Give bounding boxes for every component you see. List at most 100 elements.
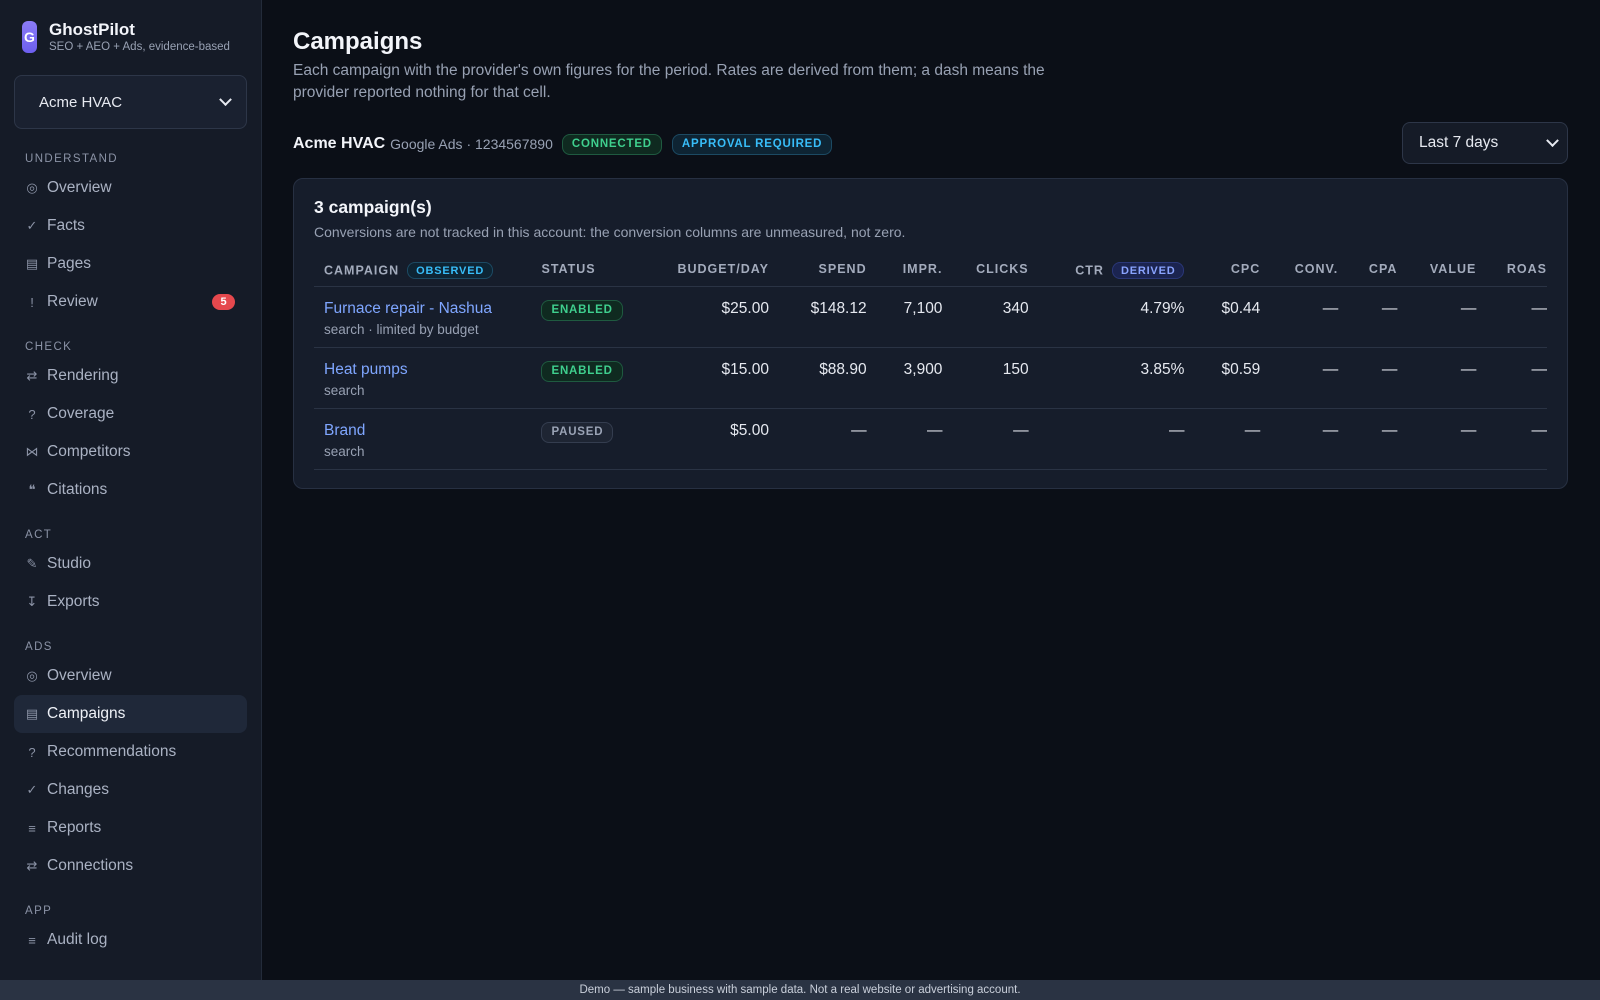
col-cpa[interactable]: CPA (1338, 256, 1398, 287)
sidebar-item-citations[interactable]: ❝ Citations (14, 471, 247, 509)
connected-badge: CONNECTED (561, 133, 662, 155)
cpc-cell: $0.44 (1184, 286, 1261, 348)
table-row: Heat pumps search ENABLED $15.00 $88.90 3,900… (314, 347, 1547, 409)
account-select[interactable]: Acme HVAC (14, 75, 247, 129)
campaign-link[interactable]: Brand (324, 422, 541, 440)
col-roas[interactable]: ROAS (1476, 256, 1547, 287)
status-badge: ENABLED (541, 360, 623, 382)
sidebar-item-label: Review (47, 293, 98, 310)
swap-icon: ⇄ (26, 368, 38, 383)
alert-icon: ! (30, 294, 34, 310)
status-cell: PAUSED (541, 408, 646, 470)
conv-cell: — (1260, 286, 1339, 348)
sidebar-item-label: Coverage (47, 405, 115, 422)
account-select-value: Acme HVAC (39, 93, 123, 111)
col-budget[interactable]: BUDGET/DAY (645, 256, 769, 287)
campaigns-card: 3 campaign(s) Conversions are not tracke… (293, 178, 1568, 489)
campaign-link[interactable]: Furnace repair - Nashua (324, 300, 541, 318)
target-icon: ◎ (26, 180, 38, 195)
value-cell: — (1397, 347, 1477, 409)
campaign-cell: Furnace repair - Nashua search · limited … (314, 286, 542, 348)
col-value[interactable]: VALUE (1397, 256, 1477, 287)
sidebar-item-connections[interactable]: ⇄ Connections (14, 847, 247, 885)
conv-cell: — (1260, 347, 1339, 409)
table-row: Brand search PAUSED $5.00— — — — — — — — — (314, 408, 1547, 470)
cpa-cell: — (1338, 408, 1398, 470)
ctr-cell: 4.79% (1028, 286, 1185, 348)
sidebar-item-review[interactable]: ! Review 5 (14, 283, 247, 321)
sidebar-item-label: Pages (47, 255, 91, 272)
sidebar-item-studio[interactable]: ✎ Studio (14, 545, 247, 583)
account-meta: Google Ads · 1234567890 (390, 136, 553, 152)
sidebar-item-label: Competitors (47, 443, 131, 460)
sidebar-item-reports[interactable]: ≡ Reports (14, 809, 247, 847)
roas-cell: — (1476, 286, 1547, 348)
nav-section-label: ADS (25, 641, 53, 653)
sidebar-item-facts[interactable]: ✓ Facts (14, 207, 247, 245)
spend-cell: $148.12 (768, 286, 867, 348)
budget-cell: $15.00 (645, 347, 769, 409)
spend-cell: — (768, 408, 867, 470)
clicks-cell: 340 (942, 286, 1029, 348)
sidebar-item-overview[interactable]: ◎ Overview (14, 169, 247, 207)
sidebar-item-audit-log[interactable]: ≡ Audit log (14, 921, 247, 959)
sidebar-item-rendering[interactable]: ⇄ Rendering (14, 357, 247, 395)
cpc-cell: $0.59 (1184, 347, 1261, 409)
sidebar-item-label: Studio (47, 555, 91, 572)
campaigns-table: CAMPAIGN OBSERVED STATUS BUDGET/DAY SPEND… (314, 256, 1547, 470)
col-ctr[interactable]: CTR DERIVED (1028, 256, 1185, 287)
col-conv[interactable]: CONV. (1260, 256, 1339, 287)
sidebar-item-overview[interactable]: ◎ Overview (14, 657, 247, 695)
col-cpc[interactable]: CPC (1184, 256, 1261, 287)
value-cell: — (1397, 286, 1477, 348)
col-impr[interactable]: IMPR. (866, 256, 943, 287)
nav-section-label: UNDERSTAND (25, 153, 119, 165)
brand-tagline: SEO + AEO + Ads, evidence-based (49, 41, 230, 53)
question-icon: ? (28, 744, 36, 760)
table-header-row: CAMPAIGN OBSERVED STATUS BUDGET/DAY SPEND… (314, 256, 1547, 287)
status-cell: ENABLED (541, 286, 646, 348)
col-status[interactable]: STATUS (541, 256, 646, 287)
account-bar: Acme HVAC Google Ads · 1234567890 CONNEC… (293, 122, 1568, 164)
sidebar-item-exports[interactable]: ↧ Exports (14, 583, 247, 621)
campaign-cell: Brand search (314, 408, 542, 470)
sidebar-item-label: Changes (47, 781, 110, 798)
nav-section-label: ACT (25, 529, 53, 541)
status-badge: ENABLED (541, 299, 623, 321)
sidebar-item-coverage[interactable]: ? Coverage (14, 395, 247, 433)
sidebar-item-label: Overview (47, 179, 112, 196)
sidebar-item-changes[interactable]: ✓ Changes (14, 771, 247, 809)
main-content: Campaigns Each campaign with the provide… (293, 0, 1568, 489)
sidebar-nav: UNDERSTAND ◎ Overview ✓ Facts ▤ Pages! Review 5 C… (14, 129, 247, 959)
date-range-select[interactable]: Last 7 days (1402, 122, 1568, 164)
col-campaign-label: CAMPAIGN (324, 263, 400, 278)
impr-cell: 7,100 (866, 286, 943, 348)
status-cell: ENABLED (541, 347, 646, 409)
roas-cell: — (1476, 347, 1547, 409)
col-campaign[interactable]: CAMPAIGN OBSERVED (314, 256, 542, 287)
sidebar-item-campaigns[interactable]: ▤ Campaigns (14, 695, 247, 733)
check-icon: ✓ (26, 218, 38, 233)
page-title: Campaigns (293, 28, 423, 55)
col-spend[interactable]: SPEND (768, 256, 867, 287)
card-title: 3 campaign(s) (314, 197, 432, 217)
quote-icon: ❝ (28, 482, 36, 497)
campaign-link[interactable]: Heat pumps (324, 361, 541, 379)
status-badge: PAUSED (541, 421, 614, 443)
sidebar-item-label: Campaigns (47, 705, 126, 722)
brand-logo-icon: G (22, 21, 37, 53)
table-icon: ▤ (25, 706, 39, 721)
sidebar-item-label: Exports (47, 593, 100, 610)
impr-cell: — (866, 408, 943, 470)
sidebar-item-pages[interactable]: ▤ Pages (14, 245, 247, 283)
col-clicks[interactable]: CLICKS (942, 256, 1029, 287)
sidebar-item-competitors[interactable]: ⋈ Competitors (14, 433, 247, 471)
sidebar-item-label: Rendering (47, 367, 119, 384)
brand: G GhostPilot SEO + AEO + Ads, evidence-b… (14, 0, 247, 74)
pencil-icon: ✎ (26, 556, 38, 571)
sidebar-item-recommendations[interactable]: ? Recommendations (14, 733, 247, 771)
ctr-cell: — (1028, 408, 1185, 470)
table-row: Furnace repair - Nashua search · limited … (314, 286, 1547, 348)
list-icon: ≡ (28, 932, 36, 948)
budget-cell: $5.00 (645, 408, 769, 470)
